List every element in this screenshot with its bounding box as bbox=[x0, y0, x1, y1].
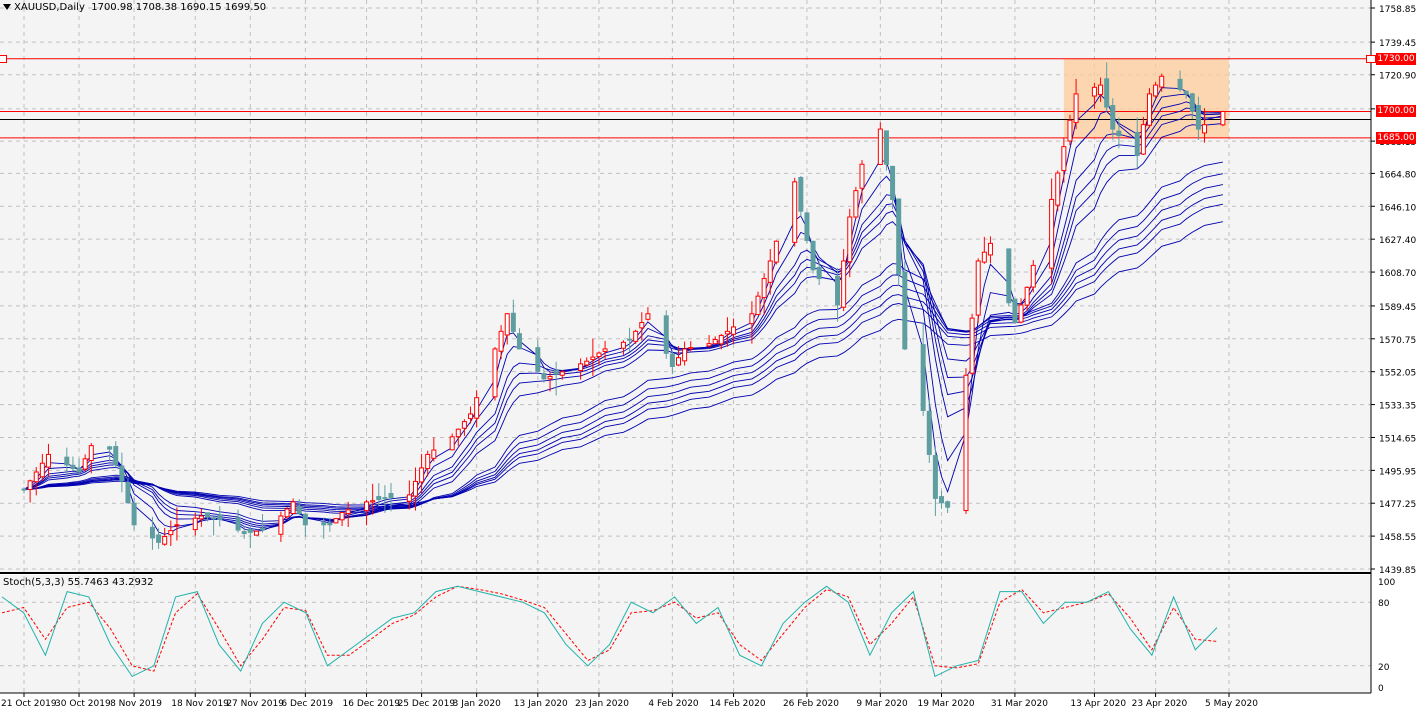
stoch-y-tick-label: 80 bbox=[1378, 599, 1390, 609]
x-tick-label: 6 Dec 2019 bbox=[281, 699, 333, 709]
y-tick-label: 1720.90 bbox=[1379, 72, 1416, 82]
y-tick-label: 1608.70 bbox=[1379, 269, 1416, 279]
x-tick-label: 4 Feb 2020 bbox=[648, 699, 699, 709]
candle bbox=[253, 530, 259, 536]
x-tick-label: 9 Mar 2020 bbox=[856, 699, 908, 709]
candle bbox=[877, 122, 883, 166]
symbol-label: XAUUSD,Daily bbox=[14, 2, 85, 13]
candle bbox=[969, 313, 975, 376]
level-price-tag: 1730.00 bbox=[1376, 52, 1416, 65]
x-tick-label: 23 Apr 2020 bbox=[1132, 699, 1188, 709]
y-tick-label: 1439.85 bbox=[1379, 566, 1416, 576]
candle bbox=[1030, 260, 1036, 293]
x-tick-label: 8 Nov 2019 bbox=[110, 699, 162, 709]
candle bbox=[804, 211, 810, 244]
triangle-down-icon[interactable] bbox=[3, 4, 11, 10]
time-axis: 21 Oct 201930 Oct 2019 8 Nov 2019 18 Nov 2… bbox=[1, 693, 1258, 709]
candle bbox=[798, 176, 804, 217]
candle bbox=[902, 261, 908, 351]
stoch-y-tick-label: 20 bbox=[1378, 663, 1390, 673]
x-tick-label: 13 Jan 2020 bbox=[514, 699, 568, 709]
y-tick-label: 1533.35 bbox=[1379, 402, 1416, 412]
ohlc-values: 1700.98 1708.38 1690.15 1699.50 bbox=[91, 2, 267, 13]
x-tick-label: 26 Feb 2020 bbox=[783, 699, 839, 709]
level-marker-left[interactable] bbox=[0, 54, 7, 63]
x-tick-label: 19 Mar 2020 bbox=[918, 699, 975, 709]
candle bbox=[883, 130, 889, 171]
price-chart[interactable]: 1758.851739.451720.901701.501683.151664.… bbox=[0, 0, 1426, 714]
candle bbox=[963, 368, 969, 514]
y-tick-label: 1552.05 bbox=[1379, 369, 1416, 379]
x-tick-label: 5 May 2020 bbox=[1205, 699, 1258, 709]
y-tick-label: 1758.85 bbox=[1379, 5, 1416, 15]
chart-header: XAUUSD,Daily 1700.98 1708.38 1690.15 169… bbox=[14, 2, 266, 13]
level-price-tag: 1685.00 bbox=[1376, 131, 1416, 144]
x-tick-label: 30 Oct 2019 bbox=[55, 699, 111, 709]
candle bbox=[896, 198, 902, 286]
stoch-y-tick-label: 100 bbox=[1378, 578, 1395, 588]
y-tick-label: 1646.10 bbox=[1379, 203, 1416, 213]
stoch-label: Stoch(5,3,3) 55.7463 43.2932 bbox=[3, 577, 154, 588]
y-tick-label: 1570.75 bbox=[1379, 336, 1416, 346]
y-tick-label: 1458.55 bbox=[1379, 533, 1416, 543]
x-tick-label: 27 Nov 2019 bbox=[226, 699, 284, 709]
price-axis: 1758.851739.451720.901701.501683.151664.… bbox=[1371, 5, 1416, 576]
candle bbox=[1146, 88, 1152, 128]
level-price-tag: 1700.00 bbox=[1376, 105, 1416, 118]
y-tick-label: 1664.80 bbox=[1379, 170, 1416, 180]
candle bbox=[1006, 248, 1012, 307]
candle bbox=[333, 517, 339, 524]
x-tick-label: 14 Feb 2020 bbox=[710, 699, 766, 709]
x-tick-label: 23 Jan 2020 bbox=[575, 699, 629, 709]
y-tick-label: 1477.25 bbox=[1379, 500, 1416, 510]
stoch-axis: 100 80 20 0 bbox=[1378, 578, 1395, 694]
y-tick-label: 1495.95 bbox=[1379, 467, 1416, 477]
y-tick-label: 1627.40 bbox=[1379, 236, 1416, 246]
y-tick-label: 1589.45 bbox=[1379, 303, 1416, 313]
y-tick-label: 1739.45 bbox=[1379, 39, 1416, 49]
x-tick-label: 25 Dec 2019 bbox=[398, 699, 456, 709]
candle bbox=[1220, 110, 1226, 127]
x-tick-label: 13 Apr 2020 bbox=[1070, 699, 1126, 709]
candle bbox=[663, 310, 669, 359]
stoch-plot-background bbox=[0, 575, 1371, 693]
candle bbox=[125, 478, 131, 504]
stoch-y-tick-label: 0 bbox=[1378, 684, 1384, 694]
x-tick-label: 21 Oct 2019 bbox=[1, 699, 57, 709]
x-tick-label: 3 Jan 2020 bbox=[453, 699, 501, 709]
x-tick-label: 16 Dec 2019 bbox=[343, 699, 401, 709]
candle bbox=[1055, 170, 1061, 212]
candle bbox=[975, 258, 981, 324]
x-tick-label: 31 Mar 2020 bbox=[991, 699, 1048, 709]
candle bbox=[773, 240, 779, 265]
candle bbox=[853, 186, 859, 220]
y-tick-label: 1514.65 bbox=[1379, 434, 1416, 444]
candle bbox=[633, 329, 639, 344]
level-marker-right[interactable] bbox=[1366, 54, 1376, 63]
x-tick-label: 18 Nov 2019 bbox=[171, 699, 229, 709]
candle bbox=[1012, 298, 1018, 324]
candle bbox=[810, 240, 816, 274]
candle bbox=[792, 177, 798, 247]
candle bbox=[492, 346, 498, 401]
